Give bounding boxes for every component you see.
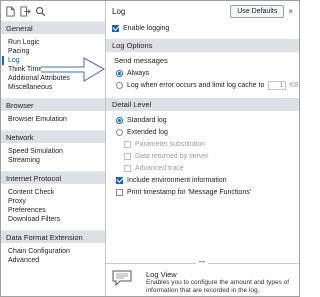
help-title: Log View bbox=[146, 270, 177, 279]
nav-item-proxy[interactable]: Proxy bbox=[1, 197, 105, 206]
document-icon[interactable] bbox=[5, 5, 16, 17]
nav-item-preferences[interactable]: Preferences bbox=[1, 206, 105, 215]
nav-section-network[interactable]: Network bbox=[1, 130, 105, 143]
advanced-trace-checkbox[interactable] bbox=[124, 164, 131, 172]
param-sub-label: Parameter substitution bbox=[135, 140, 206, 148]
use-defaults-button[interactable]: Use Defaults bbox=[230, 4, 285, 18]
env-info-checkbox[interactable] bbox=[116, 176, 123, 184]
close-icon[interactable]: × bbox=[288, 7, 293, 16]
panel-title: Log bbox=[112, 6, 126, 16]
param-sub-row[interactable]: Parameter substitution bbox=[106, 138, 299, 150]
standard-log-row[interactable]: Standard log bbox=[106, 114, 299, 126]
search-icon[interactable] bbox=[35, 6, 46, 17]
standard-log-label: Standard log bbox=[127, 116, 167, 124]
enable-logging-row[interactable]: Enable logging bbox=[106, 22, 299, 34]
data-returned-row[interactable]: Data returned by server bbox=[106, 150, 299, 162]
always-radio[interactable] bbox=[116, 69, 123, 77]
print-timestamp-checkbox[interactable] bbox=[116, 188, 123, 196]
settings-sidebar: General Run Logic Pacing Log Think Time … bbox=[1, 1, 106, 296]
nav-section-internet-protocol[interactable]: Internet Protocol bbox=[1, 171, 105, 184]
advanced-trace-row[interactable]: Advanced trace bbox=[106, 162, 299, 174]
on-error-radio[interactable] bbox=[116, 81, 123, 89]
import-icon[interactable] bbox=[20, 5, 31, 17]
data-returned-checkbox[interactable] bbox=[124, 152, 131, 160]
nav-item-advanced[interactable]: Advanced bbox=[1, 256, 105, 265]
resize-handle[interactable]: ••• bbox=[196, 260, 208, 266]
always-row[interactable]: Always bbox=[106, 67, 299, 79]
nav-section-general[interactable]: General bbox=[1, 21, 105, 34]
nav-item-chain-configuration[interactable]: Chain Configuration bbox=[1, 247, 105, 256]
help-pane: ••• Log View Enables you to configure th… bbox=[106, 260, 299, 296]
cache-size-input[interactable]: 1 bbox=[268, 80, 287, 90]
extended-log-label: Extended log bbox=[127, 128, 168, 136]
cache-unit-label: KB bbox=[289, 81, 299, 89]
log-options-header: Log Options bbox=[106, 39, 299, 52]
send-messages-label: Send messages bbox=[114, 56, 168, 65]
advanced-trace-label: Advanced trace bbox=[135, 164, 184, 172]
nav-item-browser-emulation[interactable]: Browser Emulation bbox=[1, 115, 105, 124]
env-info-label: Include environment information bbox=[127, 176, 227, 184]
always-label: Always bbox=[127, 69, 150, 77]
on-error-row[interactable]: Log when error occurs and limit log cach… bbox=[106, 79, 299, 91]
extended-log-radio[interactable] bbox=[116, 128, 123, 136]
nav-item-speed-simulation[interactable]: Speed Simulation bbox=[1, 147, 105, 156]
help-description: Enables you to configure the amount and … bbox=[146, 279, 290, 294]
enable-logging-checkbox[interactable] bbox=[112, 24, 119, 32]
standard-log-radio[interactable] bbox=[116, 116, 123, 124]
data-returned-label: Data returned by server bbox=[135, 152, 209, 160]
extended-log-row[interactable]: Extended log bbox=[106, 126, 299, 138]
nav-item-streaming[interactable]: Streaming bbox=[1, 156, 105, 165]
panel-header: Log Use Defaults × bbox=[106, 1, 299, 21]
on-error-label: Log when error occurs and limit log cach… bbox=[127, 81, 265, 89]
callout-arrow-icon bbox=[41, 57, 106, 82]
nav-item-run-logic[interactable]: Run Logic bbox=[1, 38, 105, 47]
log-settings-panel: Log Use Defaults × Enable logging Log Op… bbox=[106, 1, 299, 296]
nav-item-content-check[interactable]: Content Check bbox=[1, 188, 105, 197]
param-sub-checkbox[interactable] bbox=[124, 140, 131, 148]
print-timestamp-label: Print timestamp for 'Message Functions' bbox=[127, 188, 252, 196]
detail-level-header: Detail Level bbox=[106, 98, 299, 111]
sidebar-toolbar bbox=[1, 1, 105, 21]
enable-logging-label: Enable logging bbox=[123, 24, 170, 32]
nav-item-download-filters[interactable]: Download Filters bbox=[1, 215, 105, 224]
speech-bubble-icon bbox=[112, 270, 132, 286]
nav-section-data-format-extension[interactable]: Data Format Extension bbox=[1, 230, 105, 243]
env-info-row[interactable]: Include environment information bbox=[106, 174, 299, 186]
print-timestamp-row[interactable]: Print timestamp for 'Message Functions' bbox=[106, 186, 299, 198]
nav-section-browser[interactable]: Browser bbox=[1, 98, 105, 111]
